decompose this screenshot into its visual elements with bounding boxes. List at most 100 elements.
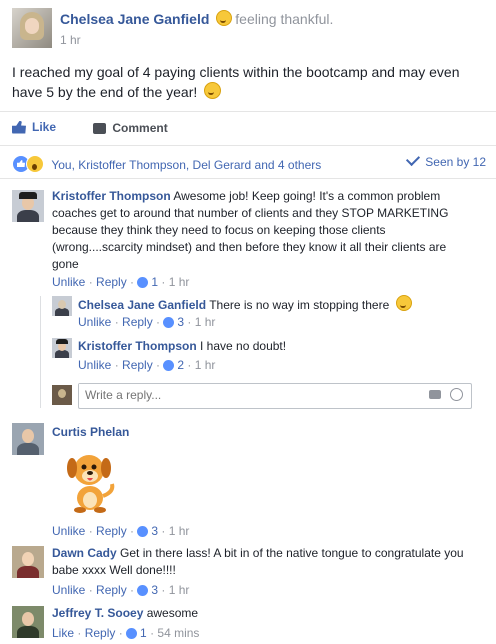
comment-meta: Like · Reply · 1 · 54 mins xyxy=(52,626,199,640)
like-count-icon xyxy=(137,585,149,596)
reply-time[interactable]: 1 hr xyxy=(195,315,216,329)
reply-meta: Unlike · Reply · 3 · 1 hr xyxy=(78,315,215,329)
unlike-link[interactable]: Unlike xyxy=(52,275,85,289)
separator: · xyxy=(74,626,85,640)
reply: Kristoffer Thompson I have no doubt! xyxy=(78,338,286,355)
comment-time[interactable]: 54 mins xyxy=(157,626,199,640)
separator: · xyxy=(152,315,164,329)
separator: · xyxy=(115,626,127,640)
unlike-link[interactable]: Unlike xyxy=(52,524,85,538)
unlike-link[interactable]: Unlike xyxy=(78,315,111,329)
reactions-summary[interactable]: You, Kristoffer Thompson, Del Gerard and… xyxy=(12,155,321,173)
separator: · xyxy=(158,524,169,538)
smiley-icon xyxy=(395,295,412,311)
comment-meta: Unlike · Reply · 3 · 1 hr xyxy=(52,524,189,538)
comment-text: awesome xyxy=(146,606,199,620)
commenter-avatar[interactable] xyxy=(12,546,44,578)
dog-sticker xyxy=(67,455,115,513)
like-count-icon xyxy=(163,317,175,328)
camera-icon[interactable] xyxy=(429,390,441,399)
separator: · xyxy=(85,583,97,597)
post-time[interactable]: 1 hr xyxy=(60,33,81,47)
like-count-icon xyxy=(163,360,175,371)
like-label: Like xyxy=(32,120,57,134)
reply-link[interactable]: Reply xyxy=(96,583,127,597)
comment-button[interactable]: Comment xyxy=(93,121,168,135)
reply-thread-line xyxy=(40,296,41,408)
smiley-icon xyxy=(216,10,233,26)
wow-reaction-icon xyxy=(26,155,44,173)
comment-label: Comment xyxy=(112,121,168,135)
comment-author[interactable]: Curtis Phelan xyxy=(52,425,129,439)
action-bar: Like Comment xyxy=(12,120,168,137)
comment-meta: Unlike · Reply · 3 · 1 hr xyxy=(52,583,189,597)
separator: · xyxy=(111,315,123,329)
separator: · xyxy=(111,358,123,372)
like-count-icon xyxy=(137,526,149,537)
check-icon xyxy=(406,151,421,167)
comment: Dawn Cady Get in there lass! A bit in of… xyxy=(52,545,472,579)
commenter-avatar[interactable] xyxy=(12,606,44,638)
smiley-icon xyxy=(204,82,222,99)
unlike-link[interactable]: Unlike xyxy=(52,583,85,597)
reactions-summary-text[interactable]: You, Kristoffer Thompson, Del Gerard and… xyxy=(51,158,321,172)
commenter-avatar[interactable] xyxy=(12,423,44,455)
like-count-icon xyxy=(137,277,149,288)
separator: · xyxy=(126,524,138,538)
seen-by-text: Seen by 12 xyxy=(425,155,486,169)
comment-author[interactable]: Dawn Cady xyxy=(52,546,117,560)
separator: · xyxy=(158,583,169,597)
divider xyxy=(0,178,496,179)
separator: · xyxy=(146,626,158,640)
commenter-avatar[interactable] xyxy=(12,190,44,222)
emoji-icon[interactable] xyxy=(450,388,463,401)
reply-author[interactable]: Chelsea Jane Ganfield xyxy=(78,298,206,312)
reply-link[interactable]: Reply xyxy=(96,275,127,289)
thumbs-up-icon xyxy=(12,120,26,134)
post-feeling: feeling thankful. xyxy=(235,11,334,27)
reply-link[interactable]: Reply xyxy=(122,315,153,329)
divider xyxy=(0,111,496,112)
seen-by[interactable]: Seen by 12 xyxy=(406,151,486,169)
reply-avatar[interactable] xyxy=(52,296,72,316)
separator: · xyxy=(152,358,164,372)
post-text: I reached my goal of 4 paying clients wi… xyxy=(12,62,482,102)
post-author-avatar[interactable] xyxy=(12,8,52,48)
post-author-name[interactable]: Chelsea Jane Ganfield xyxy=(60,11,209,27)
reply-link[interactable]: Reply xyxy=(122,358,153,372)
post-text-body: I reached my goal of 4 paying clients wi… xyxy=(12,64,460,100)
current-user-avatar xyxy=(52,385,72,405)
reply-text: I have no doubt! xyxy=(200,339,287,353)
comment-time[interactable]: 1 hr xyxy=(169,583,190,597)
reply: Chelsea Jane Ganfield There is no way im… xyxy=(78,295,415,314)
reply-link[interactable]: Reply xyxy=(85,626,116,640)
like-count-icon xyxy=(126,628,138,639)
separator: · xyxy=(126,275,138,289)
comment-time[interactable]: 1 hr xyxy=(169,275,190,289)
comment-author[interactable]: Jeffrey T. Sooey xyxy=(52,606,143,620)
reply-text: There is no way im stopping there xyxy=(209,298,390,312)
post-header: Chelsea Jane Ganfield feeling thankful. xyxy=(60,10,333,27)
reply-avatar[interactable] xyxy=(52,338,72,358)
separator: · xyxy=(184,358,195,372)
comment: Curtis Phelan xyxy=(52,424,129,441)
like-link[interactable]: Like xyxy=(52,626,74,640)
comment: Jeffrey T. Sooey awesome xyxy=(52,605,198,622)
separator: · xyxy=(158,275,169,289)
comment-time[interactable]: 1 hr xyxy=(169,524,190,538)
reply-box[interactable] xyxy=(78,383,472,409)
divider xyxy=(0,145,496,146)
separator: · xyxy=(184,315,195,329)
unlike-link[interactable]: Unlike xyxy=(78,358,111,372)
comment-author[interactable]: Kristoffer Thompson xyxy=(52,189,171,203)
separator: · xyxy=(126,583,138,597)
reply-author[interactable]: Kristoffer Thompson xyxy=(78,339,197,353)
like-button[interactable]: Like xyxy=(12,120,56,134)
reply-input[interactable] xyxy=(79,384,391,406)
reply-meta: Unlike · Reply · 2 · 1 hr xyxy=(78,358,215,372)
reply-time[interactable]: 1 hr xyxy=(195,358,216,372)
reply-link[interactable]: Reply xyxy=(96,524,127,538)
comment: Kristoffer Thompson Awesome job! Keep go… xyxy=(52,188,452,273)
separator: · xyxy=(85,524,97,538)
like-count[interactable]: 1 xyxy=(140,626,147,640)
